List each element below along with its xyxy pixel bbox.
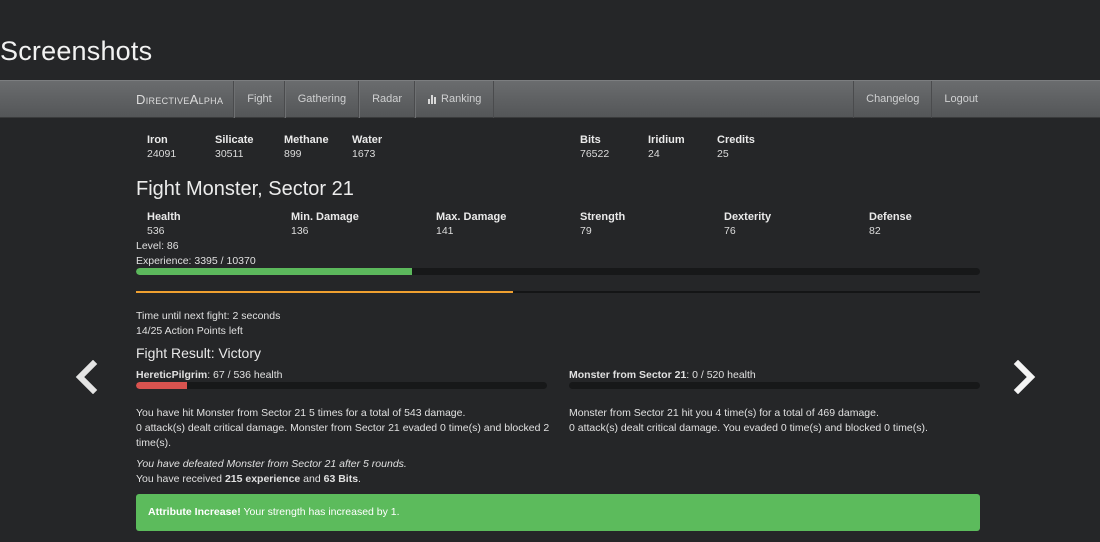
nav-ranking[interactable]: Ranking xyxy=(415,81,495,118)
attribute-alert: Attribute Increase! Your strength has in… xyxy=(136,494,980,531)
next-slide-button[interactable] xyxy=(1010,359,1038,395)
prev-slide-button[interactable] xyxy=(73,359,101,395)
player-health-text: HereticPilgrim: 67 / 536 health xyxy=(136,369,283,381)
cooldown-bar-fill xyxy=(136,291,514,293)
alert-text: Your strength has increased by 1. xyxy=(240,506,400,518)
monster-combat-log: Monster from Sector 21 hit you 4 time(s)… xyxy=(569,406,980,436)
resource-water: Water 1673 xyxy=(352,134,383,160)
resource-silicate: Silicate 30511 xyxy=(215,134,254,160)
stat-min-damage: Min. Damage 136 xyxy=(291,211,359,237)
brand-link[interactable]: DirectiveAlpha xyxy=(126,81,235,118)
monster-health-value: : 0 / 520 health xyxy=(686,369,756,381)
nav-logout[interactable]: Logout xyxy=(931,81,990,118)
alert-title: Attribute Increase! xyxy=(148,506,241,518)
nav-radar[interactable]: Radar xyxy=(359,81,416,118)
nav-ranking-label: Ranking xyxy=(441,93,482,105)
experience-bar-fill xyxy=(136,268,413,275)
stat-defense: Defense 82 xyxy=(869,211,912,237)
page-title: Screenshots xyxy=(0,36,153,66)
monster-log-line-2: 0 attack(s) dealt critical damage. You e… xyxy=(569,422,928,434)
reward-bits: 63 Bits xyxy=(323,473,359,485)
resource-bits: Bits 76522 xyxy=(580,134,610,160)
cooldown-bar xyxy=(136,291,980,293)
stat-max-damage: Max. Damage 141 xyxy=(436,211,507,237)
player-name: HereticPilgrim xyxy=(136,369,208,381)
chevron-right-icon xyxy=(1013,359,1036,395)
next-fight-text: Time until next fight: 2 seconds xyxy=(136,310,281,322)
defeat-text: You have defeated Monster from Sector 21… xyxy=(136,458,407,470)
level-text: Level: 86 xyxy=(136,240,179,252)
nav-fight[interactable]: Fight xyxy=(234,81,285,118)
player-log-line-1: You have hit Monster from Sector 21 5 ti… xyxy=(136,407,466,419)
bar-chart-icon xyxy=(428,95,437,104)
monster-health-text: Monster from Sector 21: 0 / 520 health xyxy=(569,369,756,381)
fight-result-title: Fight Result: Victory xyxy=(136,345,262,361)
stat-dexterity: Dexterity 76 xyxy=(724,211,772,237)
monster-log-line-1: Monster from Sector 21 hit you 4 time(s)… xyxy=(569,407,879,419)
player-combat-log: You have hit Monster from Sector 21 5 ti… xyxy=(136,406,550,451)
resource-methane: Methane 899 xyxy=(284,134,329,160)
player-health-bar xyxy=(136,382,547,389)
stat-health: Health 536 xyxy=(147,211,181,237)
reward-text: You have received 215 experience and 63 … xyxy=(136,473,361,485)
navbar: DirectiveAlpha Fight Gathering Radar Ran… xyxy=(0,80,1100,118)
resource-credits: Credits 25 xyxy=(717,134,755,160)
player-health-bar-fill xyxy=(136,382,188,389)
player-health-value: : 67 / 536 health xyxy=(207,369,283,381)
resource-iron: Iron 24091 xyxy=(147,134,177,160)
reward-experience: 215 experience xyxy=(224,473,301,485)
chevron-left-icon xyxy=(75,359,98,395)
monster-health-bar xyxy=(569,382,980,389)
stat-strength: Strength 79 xyxy=(580,211,626,237)
experience-bar xyxy=(136,268,980,275)
player-log-line-2: 0 attack(s) dealt critical damage. Monst… xyxy=(136,422,550,449)
monster-name: Monster from Sector 21 xyxy=(569,369,687,381)
fight-title: Fight Monster, Sector 21 xyxy=(136,178,354,200)
resource-iridium: Iridium 24 xyxy=(648,134,685,160)
nav-changelog[interactable]: Changelog xyxy=(853,81,931,118)
action-points-text: 14/25 Action Points left xyxy=(136,325,243,337)
nav-gathering[interactable]: Gathering xyxy=(284,81,360,118)
experience-text: Experience: 3395 / 10370 xyxy=(136,255,256,267)
